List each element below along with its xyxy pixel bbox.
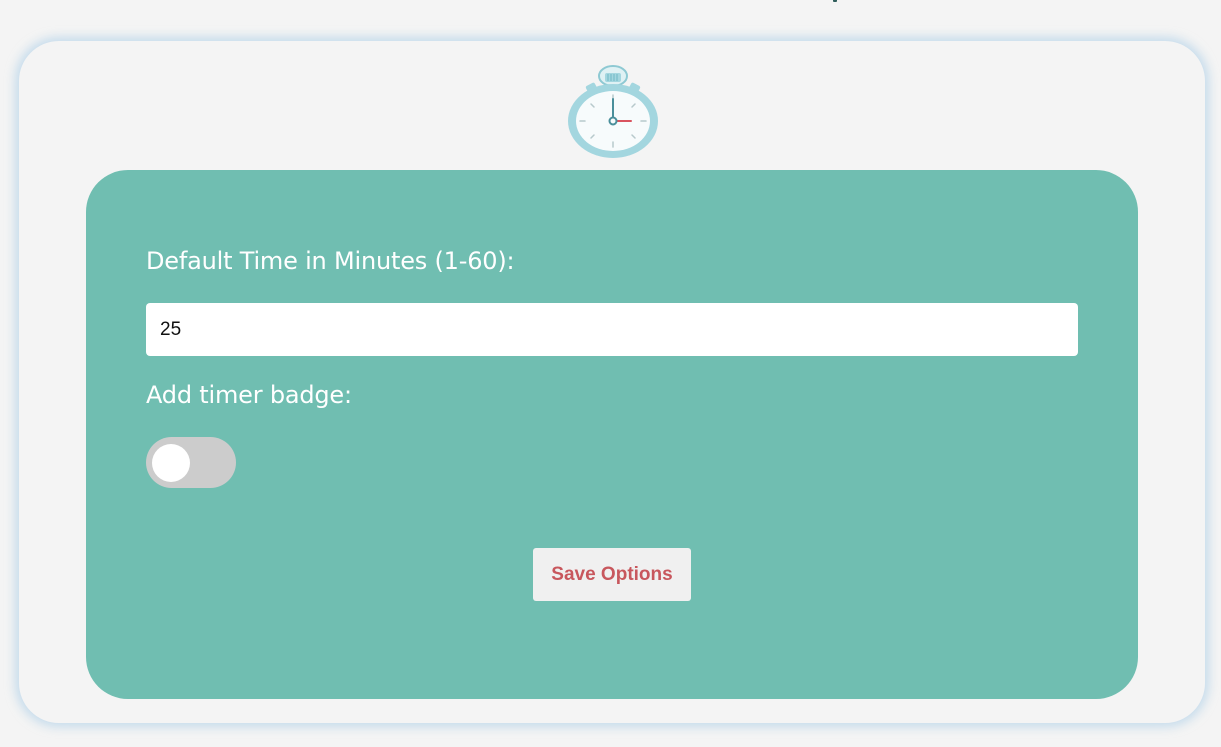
timer-badge-label: Add timer badge: (146, 381, 352, 409)
timer-badge-toggle[interactable] (146, 437, 236, 488)
options-panel: Default Time in Minutes (1-60): Add time… (86, 170, 1138, 699)
options-card: Default Time in Minutes (1-60): Add time… (19, 41, 1205, 723)
toggle-knob (152, 444, 190, 482)
top-edge-speck (833, 0, 837, 2)
save-options-button[interactable]: Save Options (533, 548, 691, 601)
default-time-label: Default Time in Minutes (1-60): (146, 247, 515, 275)
stopwatch-icon (567, 65, 659, 159)
default-time-input[interactable] (146, 303, 1078, 356)
